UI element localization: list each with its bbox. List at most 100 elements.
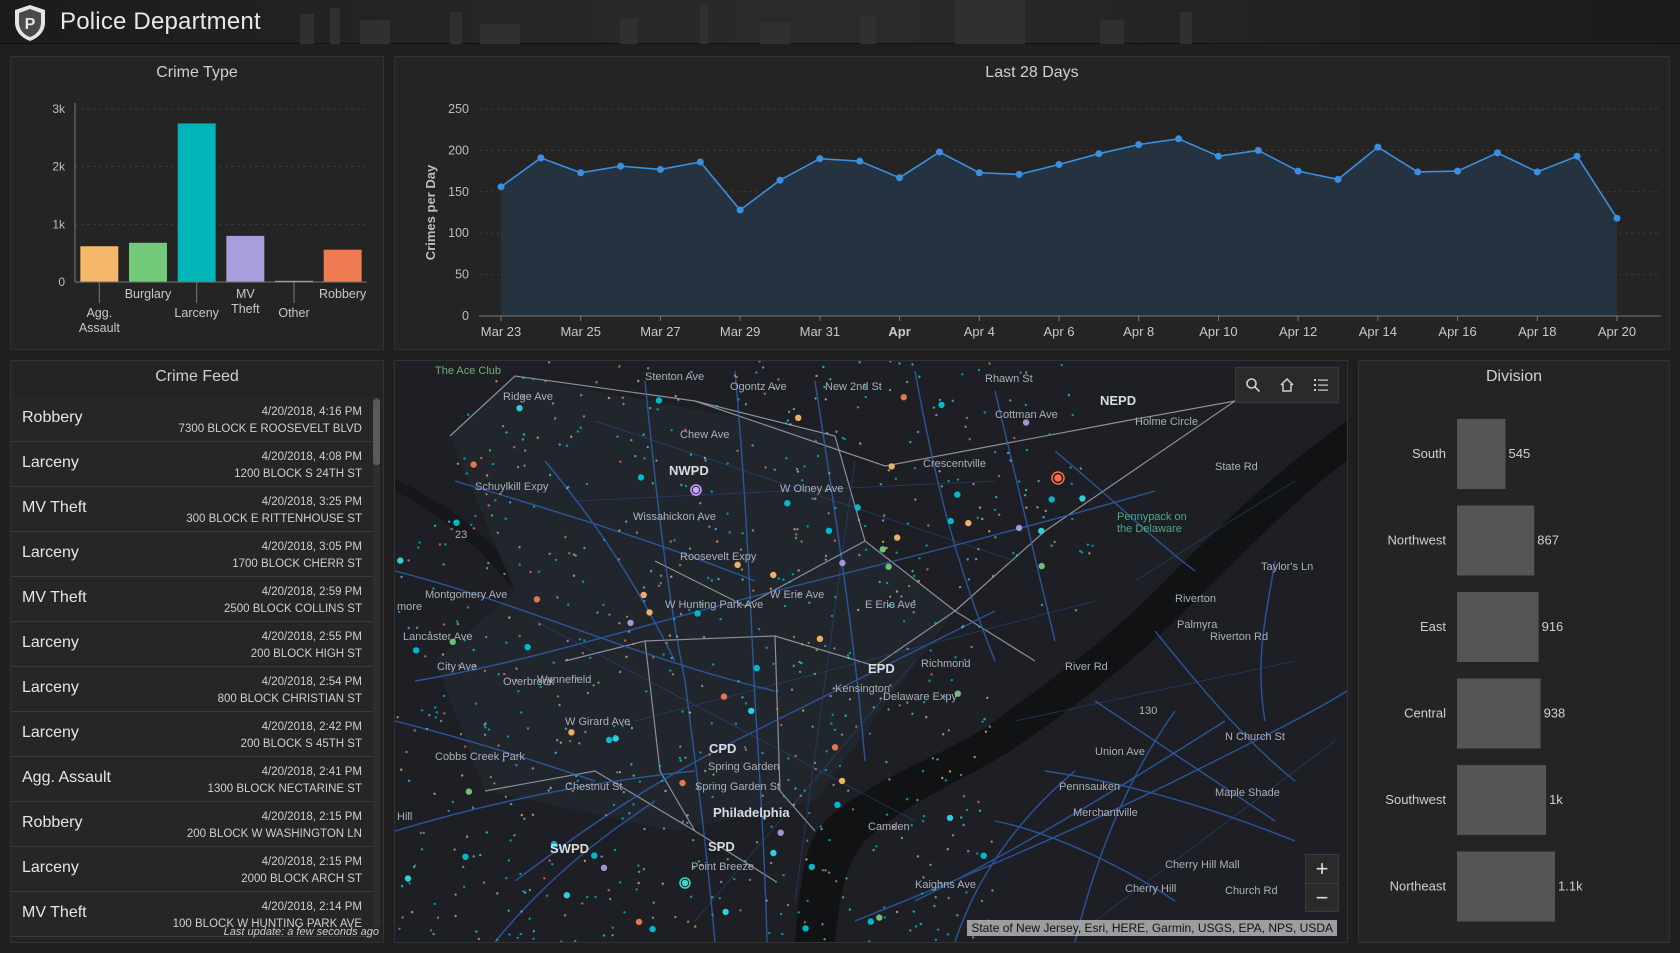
crime-point[interactable] [965, 891, 968, 894]
crime-point[interactable] [526, 727, 530, 730]
crime-point[interactable] [505, 877, 508, 880]
crime-point[interactable] [744, 403, 748, 406]
crime-point[interactable] [839, 559, 846, 567]
crime-point[interactable] [755, 841, 759, 844]
crime-point[interactable] [740, 568, 744, 571]
crime-point[interactable] [814, 767, 817, 771]
crime-point[interactable] [397, 557, 404, 564]
crime-point[interactable] [830, 614, 834, 618]
crime-point[interactable] [608, 613, 611, 616]
crime-point[interactable] [710, 579, 714, 582]
crime-point[interactable] [864, 548, 868, 551]
crime-point[interactable] [640, 591, 647, 599]
crime-point[interactable] [1009, 399, 1012, 402]
data-point[interactable] [1254, 146, 1262, 154]
crime-point[interactable] [832, 783, 835, 787]
crime-point[interactable] [637, 881, 640, 885]
crime-point[interactable] [930, 673, 933, 676]
crime-point[interactable] [714, 527, 717, 531]
data-point[interactable] [975, 169, 983, 177]
crime-point[interactable] [686, 920, 690, 923]
crime-point[interactable] [447, 809, 450, 813]
crime-point[interactable] [549, 786, 552, 790]
crime-point[interactable] [823, 938, 826, 941]
crime-point[interactable] [962, 795, 966, 798]
crime-point[interactable] [505, 641, 508, 644]
crime-point[interactable] [496, 892, 499, 895]
crime-point[interactable] [829, 694, 832, 698]
crime-point[interactable] [637, 870, 641, 873]
crime-point[interactable] [883, 514, 886, 517]
crime-point[interactable] [627, 619, 634, 627]
crime-point[interactable] [408, 882, 411, 885]
crime-point[interactable] [710, 490, 713, 493]
data-point[interactable] [816, 155, 824, 163]
crime-point[interactable] [772, 662, 775, 666]
crime-point[interactable] [485, 831, 488, 834]
crime-point[interactable] [828, 871, 831, 874]
crime-point[interactable] [520, 910, 523, 913]
crime-point[interactable] [781, 932, 784, 936]
crime-point[interactable] [404, 875, 412, 882]
crime-point[interactable] [906, 647, 909, 650]
crime-point[interactable] [824, 554, 828, 558]
crime-point[interactable] [857, 608, 860, 612]
crime-point[interactable] [487, 561, 490, 565]
crime-point[interactable] [447, 520, 451, 523]
crime-point[interactable] [585, 482, 589, 486]
data-point[interactable] [1135, 141, 1143, 149]
crime-point[interactable] [459, 733, 463, 736]
crime-point[interactable] [1067, 393, 1071, 397]
crime-point[interactable] [532, 377, 535, 381]
crime-point[interactable] [913, 467, 916, 470]
crime-point[interactable] [1038, 527, 1045, 535]
crime-point[interactable] [1037, 479, 1040, 483]
crime-point[interactable] [753, 664, 760, 672]
crime-point[interactable] [1038, 562, 1045, 570]
crime-point[interactable] [1025, 448, 1028, 452]
crime-point[interactable] [958, 586, 962, 589]
crime-point[interactable] [787, 410, 791, 413]
data-point[interactable] [935, 148, 943, 156]
crime-map[interactable]: The Ace Club Ridge Ave Stenton Ave Ogontz A… [394, 360, 1348, 943]
crime-point[interactable] [797, 911, 800, 914]
crime-point[interactable] [583, 639, 586, 642]
crime-point[interactable] [815, 648, 818, 652]
crime-point[interactable] [596, 611, 599, 614]
crime-point[interactable] [463, 457, 466, 460]
crime-point[interactable] [879, 483, 882, 486]
crime-point[interactable] [864, 524, 867, 528]
crime-point[interactable] [811, 497, 814, 500]
crime-point[interactable] [484, 726, 487, 729]
crime-point[interactable] [507, 735, 510, 738]
crime-point[interactable] [1006, 451, 1010, 455]
crime-point[interactable] [623, 911, 626, 914]
crime-point[interactable] [726, 512, 729, 515]
data-point[interactable] [617, 162, 625, 170]
crime-point[interactable] [1050, 544, 1053, 547]
crime-point[interactable] [572, 574, 576, 577]
crime-point[interactable] [883, 916, 887, 919]
crime-point[interactable] [464, 745, 467, 748]
crime-point[interactable] [456, 622, 460, 626]
crime-point[interactable] [681, 710, 684, 713]
crime-point[interactable] [783, 604, 787, 608]
crime-point[interactable] [522, 433, 526, 436]
crime-point[interactable] [635, 888, 638, 891]
crime-point[interactable] [671, 673, 675, 676]
crime-point[interactable] [420, 709, 424, 712]
crime-point[interactable] [796, 470, 800, 473]
crime-point[interactable] [649, 407, 652, 410]
crime-point[interactable] [480, 456, 483, 460]
crime-point[interactable] [932, 406, 936, 409]
crime-point[interactable] [475, 930, 478, 933]
crime-point[interactable] [612, 803, 616, 807]
crime-point[interactable] [524, 449, 527, 452]
crime-point[interactable] [928, 679, 931, 682]
crime-point[interactable] [444, 543, 447, 546]
crime-point[interactable] [794, 536, 798, 540]
crime-point[interactable] [485, 635, 488, 639]
crime-point[interactable] [744, 748, 748, 751]
crime-point[interactable] [858, 553, 861, 557]
crime-point[interactable] [547, 361, 551, 364]
